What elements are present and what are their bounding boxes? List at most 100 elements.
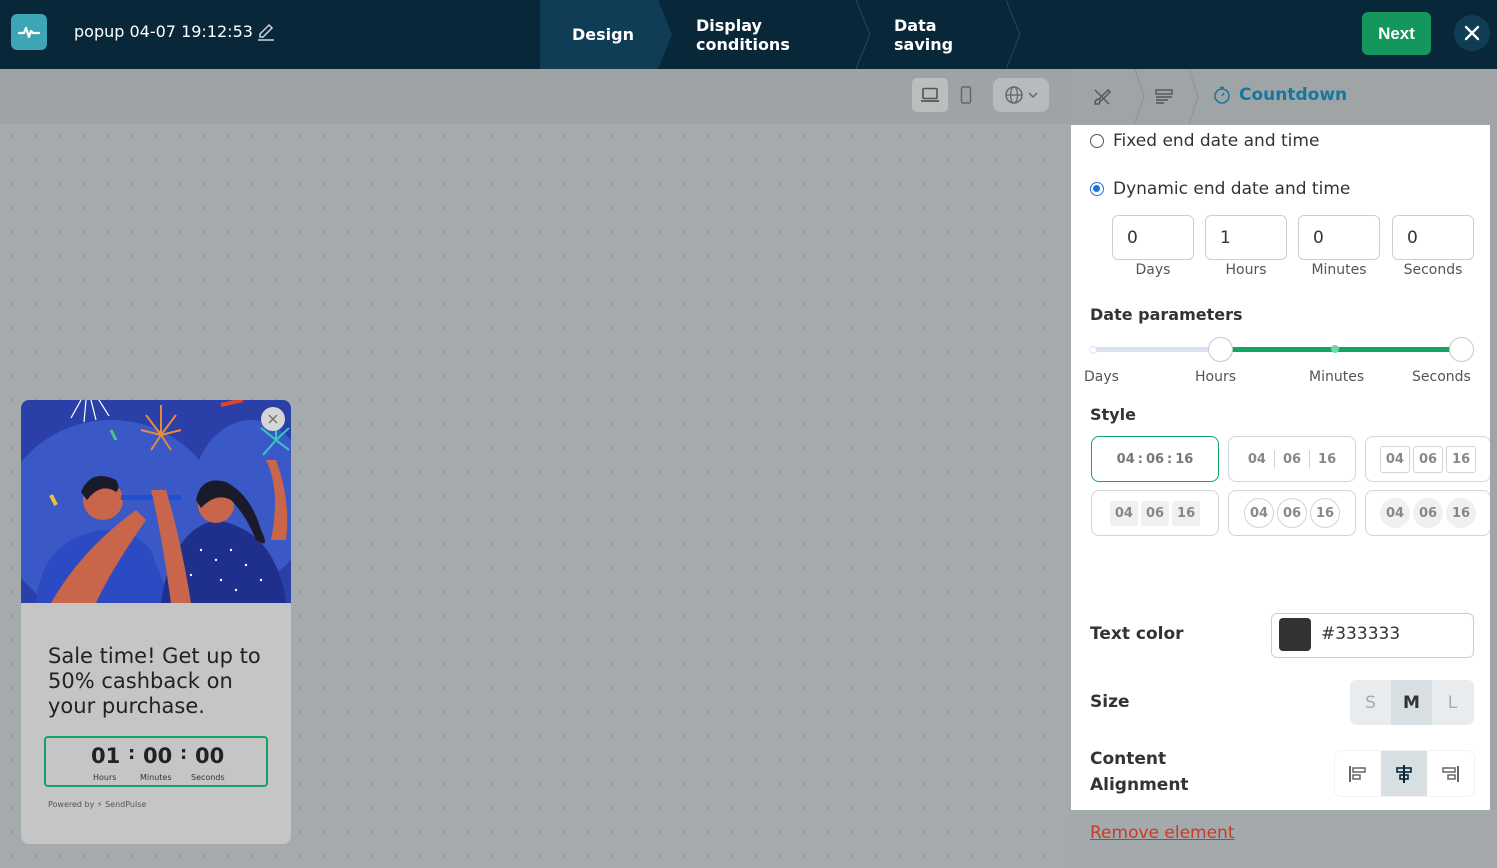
style-sample: 04 (1247, 451, 1266, 467)
size-s-button[interactable]: S (1350, 680, 1391, 725)
countdown-timer[interactable]: 01 : 00 : 00 Hours Minutes Seconds (44, 736, 268, 787)
style-divider (1309, 450, 1311, 468)
timer-hours: 01 (91, 744, 121, 768)
slider-handle-end[interactable] (1449, 337, 1474, 362)
pulse-logo-icon[interactable] (11, 14, 47, 50)
style-sample: 04 (1379, 445, 1410, 473)
timer-separator: : (128, 743, 136, 764)
timer-hours-label: Hours (93, 773, 117, 782)
style-option-filled-boxes[interactable]: 04 06 16 (1091, 490, 1219, 536)
size-m-button[interactable]: M (1391, 680, 1432, 725)
step-data-saving[interactable]: Data saving (856, 0, 1020, 69)
style-sample: 04 (1244, 498, 1274, 528)
date-parameters-heading: Date parameters (1090, 305, 1243, 324)
timer-seconds: 00 (195, 744, 225, 768)
date-range-slider-fill (1221, 347, 1461, 352)
slider-tick (1089, 346, 1097, 354)
style-sample: 06 (1413, 498, 1443, 528)
align-right-icon[interactable] (1427, 751, 1473, 796)
size-l-button[interactable]: L (1432, 680, 1473, 725)
style-sample: 04 (1380, 498, 1410, 528)
style-sample: : (1137, 451, 1143, 467)
desktop-view-icon[interactable] (912, 78, 948, 112)
style-sample: 16 (1318, 451, 1337, 467)
timer-separator: : (180, 743, 188, 764)
slider-label-minutes: Minutes (1309, 369, 1365, 385)
style-divider (1273, 450, 1275, 468)
radio-button[interactable] (1090, 134, 1104, 148)
top-bar: popup 04-07 19:12:53 Design Display cond… (0, 0, 1497, 69)
style-sample: 06 (1277, 498, 1307, 528)
align-left-icon[interactable] (1335, 751, 1381, 796)
content-alignment-label-1: Content (1090, 749, 1167, 769)
powered-by-label[interactable]: Powered by ⚡ SendPulse (48, 800, 146, 809)
stopwatch-icon (1214, 86, 1230, 104)
size-label: Size (1090, 692, 1130, 712)
slider-handle-start[interactable] (1208, 337, 1233, 362)
canvas-toolbar (0, 69, 1067, 124)
timer-minutes-label: Minutes (140, 773, 172, 782)
color-swatch[interactable] (1279, 618, 1311, 651)
size-toggle: S M L (1350, 680, 1474, 725)
radio-dynamic-label: Dynamic end date and time (1113, 179, 1351, 199)
crumb-countdown[interactable]: Countdown (1213, 85, 1347, 105)
seconds-label: Seconds (1403, 262, 1463, 278)
style-option-outlined-circles[interactable]: 04 06 16 (1228, 490, 1356, 536)
step-data-saving-label: Data saving (894, 15, 954, 54)
panel-breadcrumb: Countdown (1067, 69, 1497, 124)
style-sample: 06 (1145, 451, 1165, 467)
crumb-form[interactable] (1137, 69, 1199, 124)
radio-fixed-end[interactable]: Fixed end date and time (1090, 131, 1319, 151)
slider-label-days: Days (1084, 369, 1119, 385)
form-layout-icon (1155, 88, 1173, 104)
timer-seconds-label: Seconds (191, 773, 225, 782)
wizard-steps: Design Display conditions Data saving (540, 0, 1020, 69)
pencil-edit-icon[interactable] (256, 22, 276, 42)
globe-icon (1005, 86, 1023, 104)
content-alignment-label-2: Alignment (1090, 775, 1189, 795)
radio-dynamic-end[interactable]: Dynamic end date and time (1090, 179, 1350, 199)
slider-tick (1331, 345, 1339, 353)
radio-button-selected[interactable] (1090, 182, 1104, 196)
popup-title: popup 04-07 19:12:53 (74, 22, 253, 41)
mobile-view-icon[interactable] (948, 78, 984, 112)
crumb-countdown-label: Countdown (1239, 85, 1348, 105)
text-color-label: Text color (1090, 624, 1184, 644)
alignment-toggle (1335, 751, 1474, 796)
minutes-label: Minutes (1311, 262, 1367, 278)
celebration-illustration (21, 400, 291, 603)
language-select[interactable] (993, 78, 1049, 112)
style-sample: : (1167, 451, 1173, 467)
radio-fixed-label: Fixed end date and time (1113, 131, 1320, 151)
step-display-conditions-label: Display conditions (696, 15, 790, 54)
style-option-filled-circles[interactable]: 04 06 16 (1365, 490, 1491, 536)
align-center-icon[interactable] (1381, 751, 1427, 796)
days-input[interactable]: 0 (1112, 215, 1194, 260)
style-option-outlined-boxes[interactable]: 04 06 16 (1365, 436, 1491, 482)
style-sample: 16 (1310, 498, 1340, 528)
style-sample: 16 (1175, 451, 1194, 467)
style-sample: 06 (1282, 451, 1302, 467)
style-sample: 06 (1412, 445, 1444, 473)
crumb-design[interactable] (1067, 69, 1145, 124)
close-icon[interactable] (1454, 15, 1490, 51)
panel-scrollbar[interactable] (1490, 124, 1497, 810)
timer-minutes: 00 (143, 744, 173, 768)
minutes-input[interactable]: 0 (1298, 215, 1380, 260)
remove-element-link[interactable]: Remove element (1090, 823, 1235, 843)
style-sample: 16 (1446, 498, 1476, 528)
popup-close-icon[interactable] (261, 407, 285, 431)
style-sample: 04 (1116, 451, 1135, 467)
step-display-conditions[interactable]: Display conditions (658, 0, 870, 69)
style-option-plain[interactable]: 04:06:16 (1091, 436, 1219, 482)
step-design-label: Design (572, 25, 634, 44)
hours-input[interactable]: 1 (1205, 215, 1287, 260)
text-color-input[interactable]: #333333 (1271, 613, 1474, 658)
chevron-divider-icon (1189, 69, 1199, 124)
style-option-dividers[interactable]: 04 06 16 (1228, 436, 1356, 482)
slider-label-seconds: Seconds (1412, 369, 1471, 385)
step-design[interactable]: Design (540, 0, 672, 69)
next-button[interactable]: Next (1362, 12, 1431, 55)
text-color-value: #333333 (1321, 624, 1401, 644)
seconds-input[interactable]: 0 (1392, 215, 1474, 260)
